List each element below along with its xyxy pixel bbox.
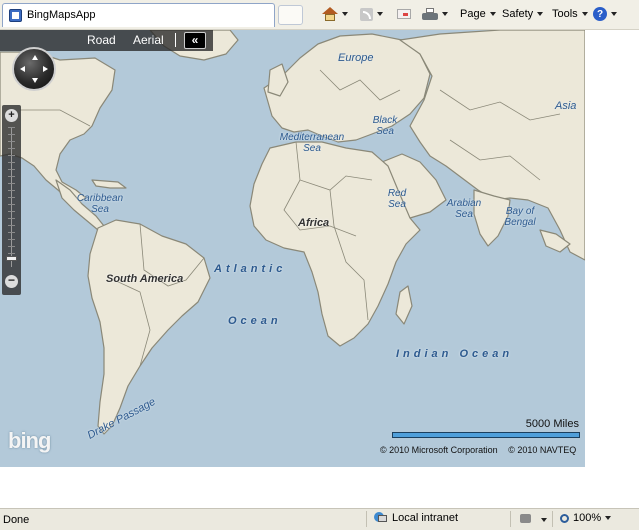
map-tiles [0,30,585,435]
printer-icon [422,7,438,21]
label-red-sea: Red Sea [387,188,407,210]
label-mediterranean-sea: Mediterranean Sea [279,132,345,154]
home-button[interactable] [322,4,348,24]
protected-mode-icon[interactable] [520,514,531,523]
label-asia: Asia [555,100,577,112]
feeds-button[interactable] [360,4,383,24]
chevron-down-icon [581,12,588,16]
page-menu[interactable]: Page [460,4,496,24]
chevron-down-icon [611,12,617,16]
label-black-sea: Black Sea [372,115,398,137]
europe-landmass [263,33,431,143]
pan-right-arrow-icon[interactable] [43,66,48,72]
chevron-down-icon[interactable] [541,518,547,522]
label-africa: Africa [298,217,330,229]
intranet-zone-icon [374,512,388,524]
zoom-level-button[interactable]: 100% [560,512,612,524]
label-caribbean-sea: Caribbean Sea [76,193,124,215]
help-icon: ? [593,7,607,21]
feeds-dropdown-caret-icon[interactable] [377,12,383,16]
collapse-nav-button[interactable]: « [184,32,206,49]
pan-down-arrow-icon[interactable] [32,78,38,83]
bing-map[interactable]: Europe Asia Black Sea Mediterranean Sea … [0,30,585,467]
pan-left-arrow-icon[interactable] [20,66,25,72]
help-menu[interactable]: ? [593,4,617,24]
security-zone[interactable]: Local intranet [374,512,458,524]
chevron-down-icon [489,12,496,16]
tools-menu[interactable]: Tools [552,4,588,24]
home-dropdown-caret-icon[interactable] [342,12,348,16]
pan-compass[interactable] [12,47,56,91]
road-view-button[interactable]: Road [87,33,116,47]
label-atlantic: Atlantic [214,263,287,275]
aerial-view-button[interactable]: Aerial [133,33,164,47]
zoom-slider-thumb[interactable] [6,256,17,261]
copyright-microsoft: © 2010 Microsoft Corporation [380,445,498,455]
read-mail-button[interactable] [397,4,411,24]
tools-menu-label: Tools [552,8,578,20]
safety-menu[interactable]: Safety [502,4,544,24]
page-favicon-icon [9,9,22,22]
zoom-slider-ticks [8,127,15,267]
label-europe: Europe [338,52,374,64]
label-indian-ocean: Indian Ocean [396,348,514,360]
rss-feed-icon [360,7,373,21]
bing-logo[interactable]: bing [8,428,51,454]
copyright-text: © 2010 Microsoft Corporation © 2010 NAVT… [380,445,584,455]
safety-menu-label: Safety [502,8,534,20]
zoom-in-button[interactable]: + [5,109,18,122]
nav-divider [175,33,176,47]
new-tab-button[interactable] [278,5,303,25]
label-atlantic-ocean: Ocean [228,315,282,327]
status-text: Done [3,514,30,526]
zoom-control: + − [2,105,21,295]
cuba-landmass [91,179,127,189]
status-divider [510,511,511,527]
status-bar: Done Local intranet 100% [0,508,639,530]
chevron-down-icon [537,12,544,16]
page-content: Europe Asia Black Sea Mediterranean Sea … [0,30,639,508]
page-menu-label: Page [460,8,486,20]
label-arabian-sea: Arabian Sea [446,198,482,220]
scale-label: 5000 Miles [525,418,579,430]
zoom-out-button[interactable]: − [5,274,18,288]
label-south-america: South America [106,273,184,285]
browser-tab[interactable]: BingMapsApp [2,3,275,27]
scale-bar [392,432,580,438]
home-icon [322,7,338,21]
chevron-down-icon [605,516,612,520]
zoom-level-label: 100% [573,512,602,524]
pan-up-arrow-icon[interactable] [32,55,38,60]
print-dropdown-caret-icon[interactable] [442,12,448,16]
status-divider [552,511,553,527]
security-zone-label: Local intranet [392,512,459,524]
label-bay-of-bengal: Bay of Bengal [504,206,536,228]
browser-toolbar: BingMapsApp Page Safety Tools ? [0,0,639,30]
madagascar-landmass [395,285,413,325]
mail-icon [397,9,411,19]
print-button[interactable] [422,4,448,24]
copyright-navteq: © 2010 NAVTEQ [508,445,577,455]
status-divider [366,511,367,527]
magnifier-icon [560,513,569,523]
tab-title: BingMapsApp [27,9,96,21]
